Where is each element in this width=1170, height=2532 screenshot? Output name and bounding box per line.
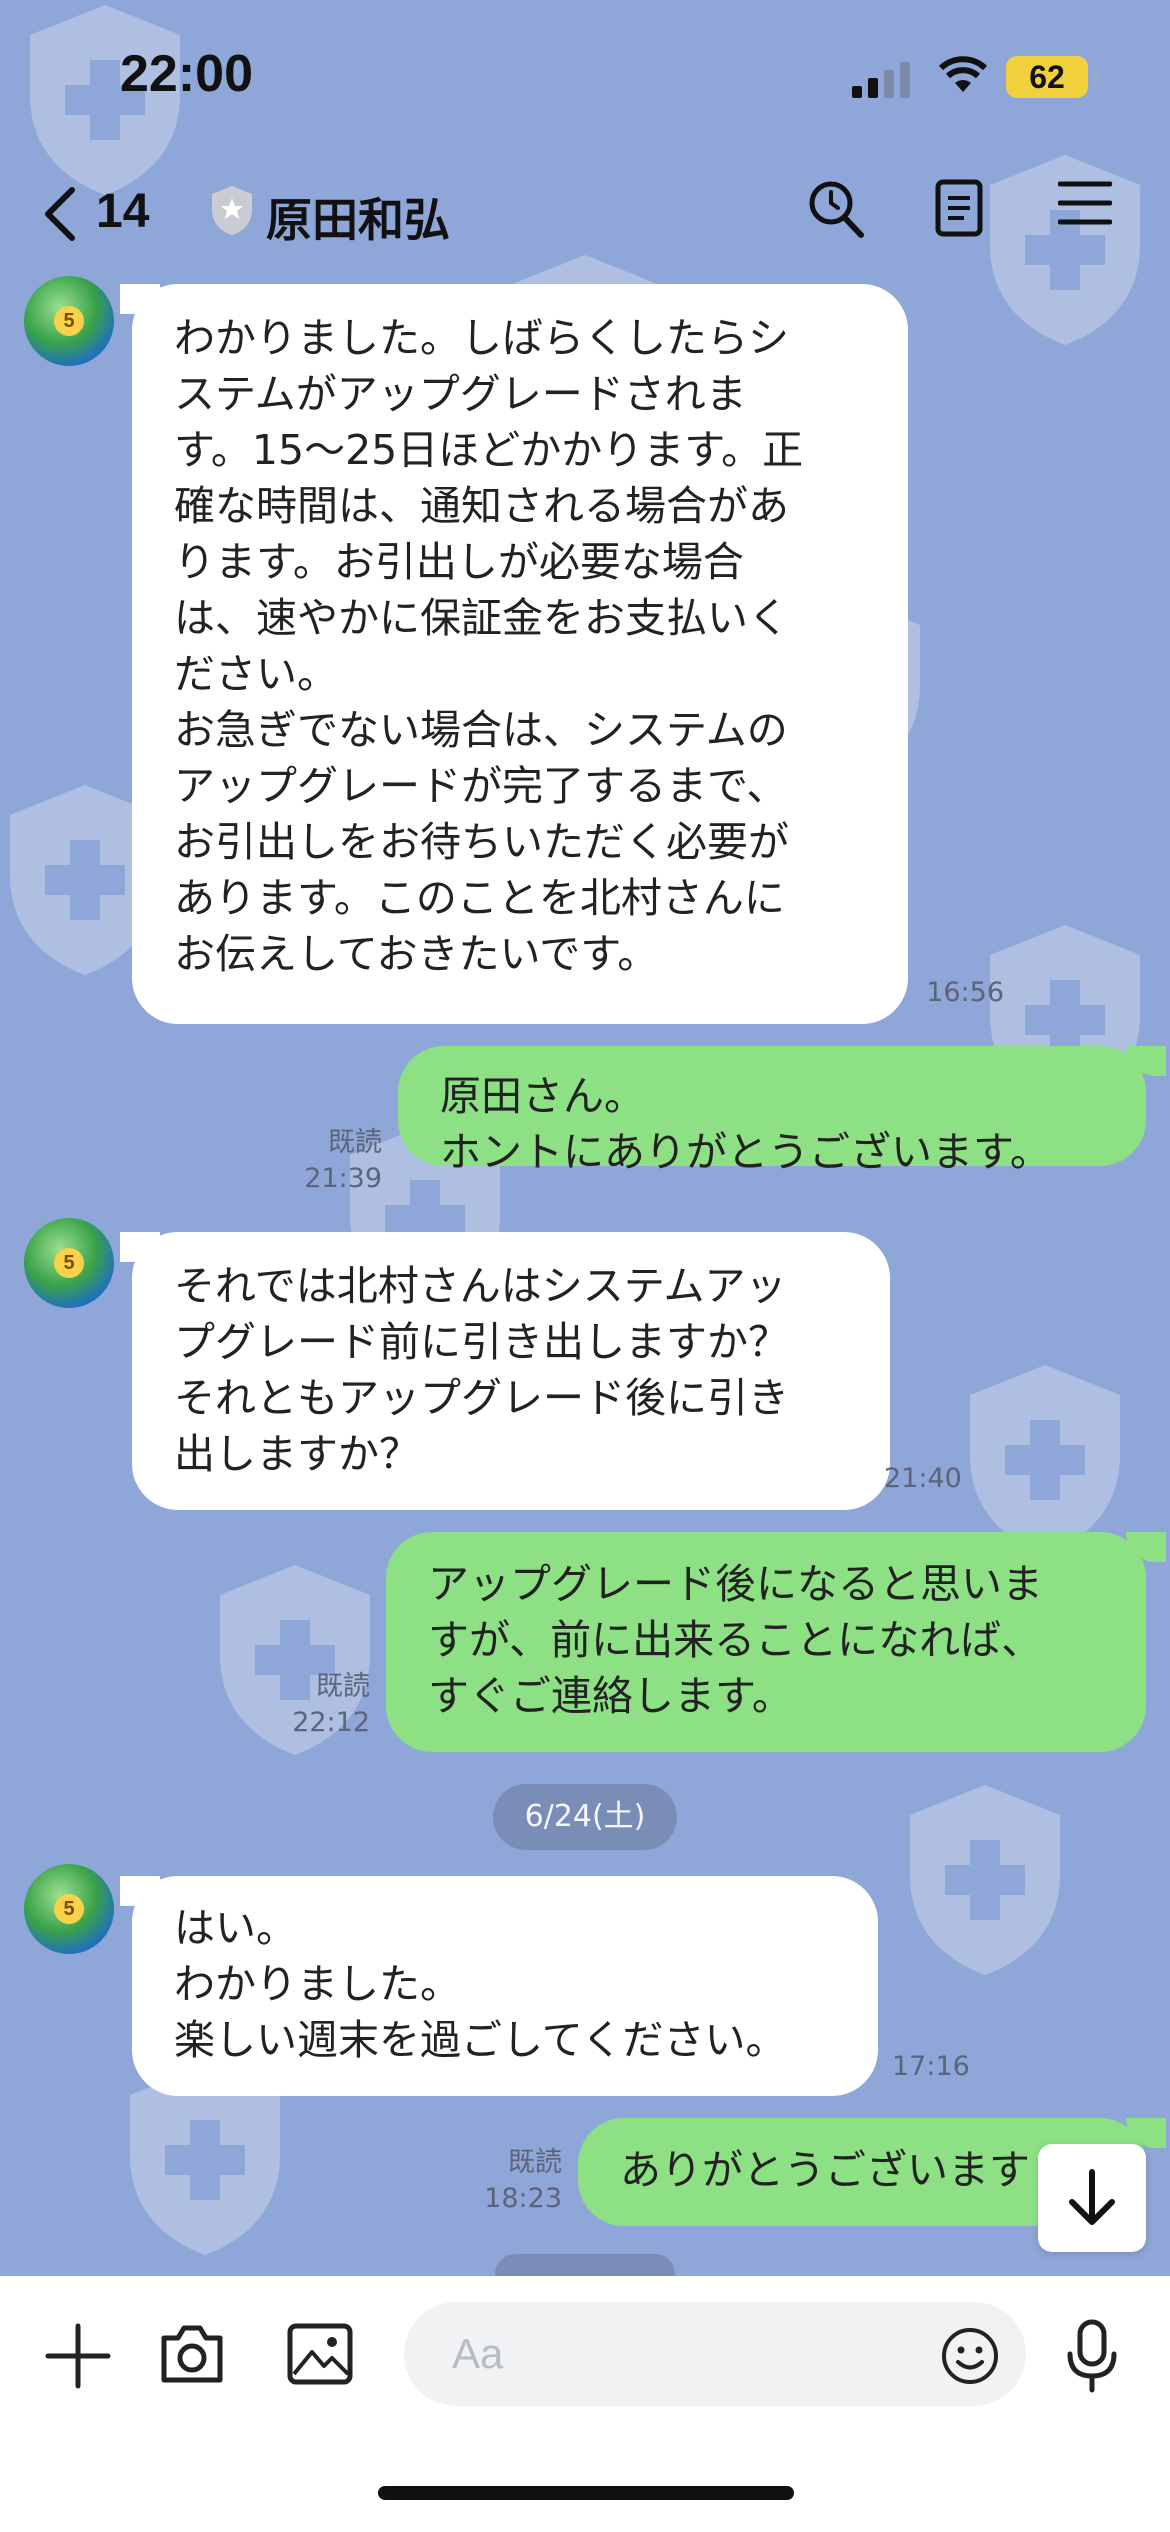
cellular-signal-icon <box>852 62 910 98</box>
back-chevron-icon <box>45 187 75 241</box>
date-separator: 6/24(土) <box>493 1784 677 1850</box>
status-time: 22:00 <box>120 45 253 103</box>
message-bubble-outgoing[interactable]: 原田さん。 ホントにありがとうございます。 <box>398 1046 1146 1176</box>
image-icon[interactable] <box>286 2322 354 2386</box>
message-time: 21:40 <box>884 1463 962 1494</box>
message-bubble-incoming[interactable]: それでは北村さんはシステムアッ プグレード前に引き出しますか？ それともアップグ… <box>132 1232 890 1510</box>
message-input[interactable] <box>404 2302 1026 2406</box>
plus-icon[interactable] <box>44 2322 112 2390</box>
message-bubble-incoming[interactable]: わかりました。しばらくしたらシ ステムがアップグレードされま す。15〜25日ほ… <box>132 284 908 1024</box>
arrow-down-icon <box>1069 2169 1115 2225</box>
avatar-coin-icon: 5 <box>54 1248 84 1278</box>
chat-title: 原田和弘 <box>266 193 450 247</box>
avatar[interactable]: 5 <box>24 1864 114 1954</box>
mic-icon[interactable] <box>1064 2318 1120 2394</box>
camera-icon[interactable] <box>158 2322 226 2386</box>
battery-nub <box>1092 68 1098 86</box>
home-indicator <box>378 2486 794 2500</box>
message-time: 18:23 <box>484 2183 562 2214</box>
scroll-to-bottom-button[interactable] <box>1038 2144 1146 2252</box>
unread-count: 14 <box>96 185 150 238</box>
read-receipt: 既読 <box>316 1671 370 1702</box>
read-receipt: 既読 <box>328 1127 382 1158</box>
battery-indicator: 62 <box>1006 56 1088 98</box>
avatar[interactable]: 5 <box>24 1218 114 1308</box>
message-bubble-incoming[interactable]: はい。 わかりました。 楽しい週末を過ごしてください。 <box>132 1876 878 2096</box>
avatar-coin-icon: 5 <box>54 306 84 336</box>
search-icon[interactable] <box>806 178 866 240</box>
avatar[interactable]: 5 <box>24 276 114 366</box>
wifi-icon <box>938 56 988 92</box>
back-button[interactable]: 14 <box>40 178 170 248</box>
read-receipt: 既読 <box>508 2147 562 2178</box>
message-time: 16:56 <box>926 977 1004 1008</box>
message-time: 17:16 <box>892 2051 970 2082</box>
shield-watermark-icon <box>970 1365 1120 1555</box>
verified-badge-icon <box>212 186 252 235</box>
emoji-icon[interactable] <box>940 2326 1000 2386</box>
status-bar: 22:00 62 <box>0 0 1170 150</box>
menu-icon[interactable] <box>1058 178 1112 228</box>
message-time: 22:12 <box>292 1707 370 1738</box>
chat-header: 14 原田和弘 <box>0 160 1170 270</box>
note-icon[interactable] <box>934 178 984 238</box>
message-bubble-outgoing[interactable]: アップグレード後になると思いま すが、前に出来ることになれば、 すぐご連絡します… <box>386 1532 1146 1752</box>
shield-watermark-icon <box>910 1785 1060 1975</box>
message-time: 21:39 <box>304 1163 382 1194</box>
avatar-coin-icon: 5 <box>54 1894 84 1924</box>
